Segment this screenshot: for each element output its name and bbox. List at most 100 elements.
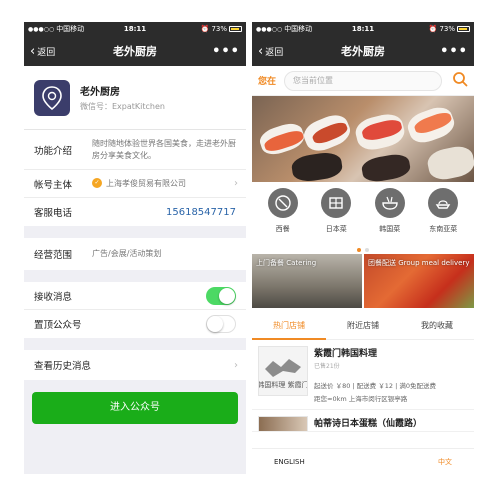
store-info: 紫霞门韩国料理 已售21份 起送价 ￥80 | 配送费 ￥12 | 满0免配送费…: [314, 346, 468, 403]
southeast-asian-food-icon: [428, 188, 459, 218]
category-label: 韩国菜: [379, 225, 401, 233]
category-label: 日本菜: [325, 225, 347, 233]
store-item[interactable]: 帕蒂诗日本蛋糕（仙霞路）: [252, 410, 474, 432]
intro-row: 功能介绍 随时随地体验世界各国美食，走进老外厨房分享美食文化。: [24, 130, 246, 170]
wechat-id: 微信号：ExpatKitchen: [80, 102, 165, 111]
chevron-left-icon: ‹: [30, 43, 36, 59]
status-right: ⏰ 73%: [429, 25, 470, 33]
owner-row[interactable]: 帐号主体 ✓ 上海孝俊贸易有限公司 ›: [24, 170, 246, 198]
back-label: 返回: [37, 47, 56, 58]
phone-number-link[interactable]: 15618547717: [166, 207, 236, 218]
owner-label: 帐号主体: [34, 179, 73, 191]
sushi-banner-image[interactable]: [252, 96, 474, 182]
receive-label: 接收消息: [34, 291, 73, 303]
promo-row: 上门备餐 Catering 团餐配送 Group meal delivery: [252, 254, 474, 308]
korean-restaurant-logo-icon: 韩国料理 紫霞门: [257, 347, 309, 395]
pin-account-row: 置顶公众号: [24, 310, 246, 338]
alarm-icon: ⏰: [200, 25, 210, 33]
receive-messages-row: 接收消息: [24, 282, 246, 310]
battery-percent: 73%: [211, 25, 227, 33]
category-southeast-asian[interactable]: 东南亚菜: [421, 188, 465, 246]
catering-label: 上门备餐 Catering: [256, 259, 317, 267]
store-sales: 已售21份: [314, 363, 340, 370]
search-icon[interactable]: [452, 71, 468, 91]
category-label: 东南亚菜: [429, 225, 458, 233]
pin-account-toggle[interactable]: [206, 315, 236, 333]
store-thumbnail: 韩国料理 紫霞门: [257, 346, 309, 396]
store-name: 帕蒂诗日本蛋糕（仙霞路）: [314, 419, 423, 429]
owner-value-wrap: ✓ 上海孝俊贸易有限公司: [92, 178, 236, 190]
carrier-label: 中国移动: [56, 25, 85, 33]
back-button[interactable]: ‹ 返回: [30, 45, 55, 58]
store-thumbnail: [258, 416, 308, 431]
bowl-glyph: [382, 196, 398, 210]
western-food-icon: [267, 188, 298, 218]
info-group: 功能介绍 随时随地体验世界各国美食，走进老外厨房分享美食文化。 帐号主体 ✓ 上海…: [24, 130, 246, 226]
location-input[interactable]: 您当前位置: [284, 70, 442, 91]
nav-bar: ‹ 返回 老外厨房 •••: [24, 36, 246, 66]
store-distance: 距您≈0km 上海市闵行区银亭路: [314, 395, 408, 403]
toggle-knob: [219, 287, 235, 304]
category-row: 西餐 日本菜 韩国菜 东南亚菜: [252, 182, 474, 246]
settings-group: 接收消息 置顶公众号: [24, 282, 246, 338]
intro-value: 随时随地体验世界各国美食，走进老外厨房分享美食文化。: [92, 138, 236, 160]
battery-icon: [457, 26, 470, 32]
chevron-left-icon: ‹: [258, 43, 264, 59]
history-label: 查看历史消息: [34, 361, 92, 372]
store-name: 紫霞门韩国料理: [314, 349, 378, 359]
location-pin-logo-icon: [42, 85, 62, 110]
right-phone-screen: ●●●○○ 中国移动 18:11 ⏰ 73% ‹ 返回 老外厨房 ••• 您在 …: [252, 22, 474, 474]
enter-account-button[interactable]: 进入公众号: [32, 392, 238, 424]
sushi-roll: [360, 152, 412, 182]
toggle-knob: [207, 316, 223, 332]
intro-label: 功能介绍: [34, 145, 73, 157]
receive-messages-toggle[interactable]: [206, 286, 236, 305]
category-japanese[interactable]: 日本菜: [314, 188, 358, 246]
location-bar: 您在 您当前位置: [252, 66, 474, 96]
status-bar: ●●●○○ 中国移动 18:11 ⏰ 73%: [24, 22, 246, 36]
history-group: 查看历史消息 ›: [24, 350, 246, 380]
category-western[interactable]: 西餐: [261, 188, 305, 246]
more-menu-button[interactable]: •••: [212, 44, 240, 59]
account-profile[interactable]: 老外厨房 微信号：ExpatKitchen: [24, 66, 246, 130]
group-meal-promo[interactable]: 团餐配送 Group meal delivery: [364, 254, 474, 308]
chinese-language-button[interactable]: 中文: [438, 457, 452, 467]
owner-value: 上海孝俊贸易有限公司: [106, 178, 186, 188]
signal-icon: ●●●○○: [28, 25, 55, 33]
back-label: 返回: [265, 47, 284, 58]
avatar: [34, 79, 70, 116]
verified-icon: ✓: [92, 178, 102, 189]
sushi-roll: [290, 150, 344, 182]
plate-glyph: [275, 195, 291, 211]
phone-row[interactable]: 客服电话 15618547717: [24, 198, 246, 226]
store-info: 帕蒂诗日本蛋糕（仙霞路）: [314, 416, 468, 429]
left-phone-screen: ●●●○○ 中国移动 18:11 ⏰ 73% ‹ 返回 老外厨房 ••• 老外厨…: [24, 22, 246, 474]
location-label: 您在: [258, 77, 277, 87]
japanese-food-icon: [321, 188, 352, 218]
catering-promo[interactable]: 上门备餐 Catering: [252, 254, 362, 308]
account-name: 老外厨房: [80, 87, 120, 98]
category-korean[interactable]: 韩国菜: [368, 188, 412, 246]
back-button[interactable]: ‹ 返回: [258, 45, 283, 58]
store-item[interactable]: 韩国料理 紫霞门 紫霞门韩国料理 已售21份 起送价 ￥80 | 配送费 ￥12…: [252, 340, 474, 410]
store-fee: 起送价 ￥80 | 配送费 ￥12 | 满0免配送费: [314, 382, 436, 390]
tab-nearby-stores[interactable]: 附近店铺: [326, 314, 400, 340]
profile-info: 老外厨房 微信号：ExpatKitchen: [80, 83, 165, 112]
english-language-button[interactable]: ENGLISH: [274, 458, 305, 466]
screenshot-frame: ●●●○○ 中国移动 18:11 ⏰ 73% ‹ 返回 老外厨房 ••• 老外厨…: [0, 0, 497, 497]
history-row[interactable]: 查看历史消息 ›: [24, 350, 246, 380]
status-right: ⏰ 73%: [201, 25, 242, 33]
korean-food-icon: [374, 188, 405, 218]
category-label: 西餐: [275, 225, 290, 233]
language-bar: ENGLISH 中文: [252, 448, 474, 474]
carousel-dot-active[interactable]: [357, 248, 361, 252]
battery-percent: 73%: [439, 25, 455, 33]
status-bar: ●●●○○ 中国移动 18:11 ⏰ 73%: [252, 22, 474, 36]
pin-label: 置顶公众号: [34, 320, 82, 331]
more-menu-button[interactable]: •••: [440, 44, 468, 59]
box-glyph: [329, 197, 343, 209]
carousel-dot[interactable]: [365, 248, 369, 252]
phone-label: 客服电话: [34, 208, 73, 219]
tab-favorites[interactable]: 我的收藏: [400, 314, 474, 340]
tab-hot-stores[interactable]: 热门店铺: [252, 314, 326, 340]
